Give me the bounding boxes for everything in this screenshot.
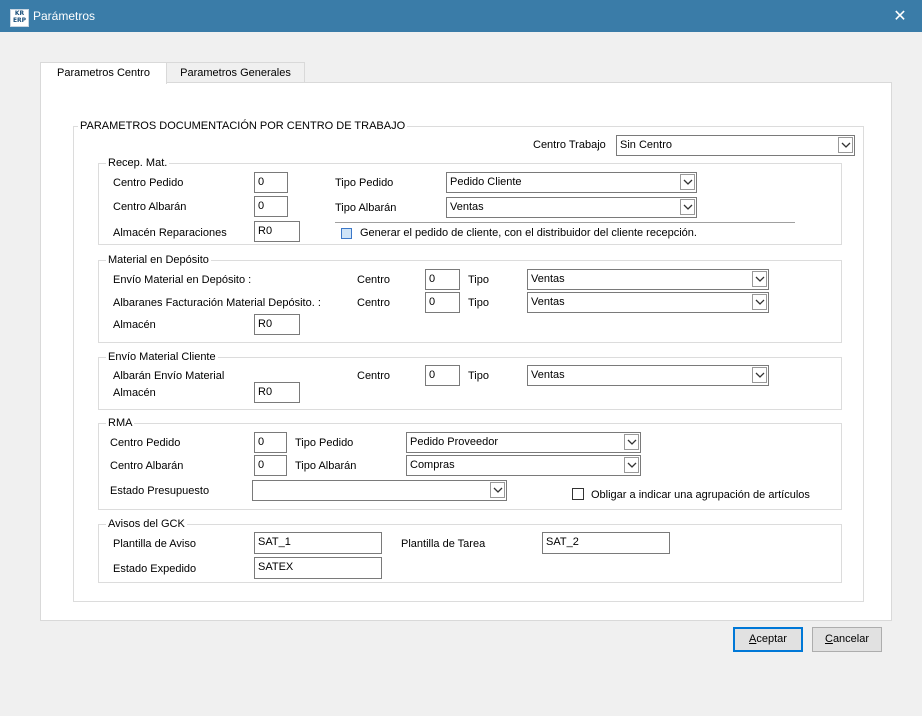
envio-centro-input[interactable]: 0 <box>425 269 460 290</box>
plantilla-tarea-label: Plantilla de Tarea <box>401 538 486 550</box>
albaranes-centro-input[interactable]: 0 <box>425 292 460 313</box>
rma-centro-pedido-input[interactable]: 0 <box>254 432 287 453</box>
deposito-almacen-input[interactable]: R0 <box>254 314 300 335</box>
generar-pedido-label: Generar el pedido de cliente, con el dis… <box>360 227 697 239</box>
avisos-group <box>98 524 842 583</box>
recep-tipo-pedido-label: Tipo Pedido <box>335 177 394 189</box>
tab-parametros-generales[interactable]: Parametros Generales <box>166 62 305 83</box>
chevron-down-icon[interactable] <box>752 367 767 383</box>
recep-centro-albaran-input[interactable]: 0 <box>254 196 288 217</box>
app-icon: KR ERP <box>10 9 29 27</box>
window-title: Parámetros <box>33 9 96 23</box>
envio-cliente-tipo-select[interactable]: Ventas <box>527 365 769 386</box>
rma-centro-albaran-input[interactable]: 0 <box>254 455 287 476</box>
cancelar-button[interactable]: Cancelar <box>812 627 882 652</box>
envio-cliente-tipo-label: Tipo <box>468 370 489 382</box>
recep-centro-pedido-input[interactable]: 0 <box>254 172 288 193</box>
rma-tipo-pedido-select[interactable]: Pedido Proveedor <box>406 432 641 453</box>
generar-pedido-checkbox[interactable] <box>341 228 352 239</box>
rma-estado-label: Estado Presupuesto <box>110 485 210 497</box>
chevron-down-icon[interactable] <box>752 294 767 310</box>
obligar-agrupacion-label: Obligar a indicar una agrupación de artí… <box>591 489 810 501</box>
rma-centro-albaran-label: Centro Albarán <box>110 460 184 472</box>
estado-expedido-label: Estado Expedido <box>113 563 197 575</box>
chevron-down-icon[interactable] <box>624 457 639 473</box>
chevron-down-icon[interactable] <box>490 482 505 498</box>
envio-deposito-label: Envío Material en Depósito : <box>113 274 252 286</box>
envio-centro-label: Centro <box>357 274 391 286</box>
obligar-agrupacion-checkbox[interactable] <box>572 488 584 500</box>
chevron-down-icon[interactable] <box>838 137 853 153</box>
rma-centro-pedido-label: Centro Pedido <box>110 437 181 449</box>
plantilla-aviso-input[interactable]: SAT_1 <box>254 532 382 554</box>
recep-mat-legend: Recep. Mat. <box>106 157 170 169</box>
rma-legend: RMA <box>106 417 135 429</box>
rma-estado-select[interactable] <box>252 480 507 501</box>
albaranes-centro-label: Centro <box>357 297 391 309</box>
recep-centro-albaran-label: Centro Albarán <box>113 201 187 213</box>
material-deposito-legend: Material en Depósito <box>106 254 211 266</box>
rma-tipo-albaran-label: Tipo Albarán <box>295 460 357 472</box>
envio-tipo-select[interactable]: Ventas <box>527 269 769 290</box>
envio-cliente-almacen-label: Almacén <box>113 387 156 399</box>
plantilla-aviso-label: Plantilla de Aviso <box>113 538 196 550</box>
recep-almacen-label: Almacén Reparaciones <box>113 227 227 239</box>
envio-cliente-centro-label: Centro <box>357 370 391 382</box>
envio-cliente-legend: Envío Material Cliente <box>106 351 218 363</box>
main-group-legend: PARAMETROS DOCUMENTACIÓN POR CENTRO DE T… <box>78 120 408 132</box>
plantilla-tarea-input[interactable]: SAT_2 <box>542 532 670 554</box>
avisos-legend: Avisos del GCK <box>106 518 187 530</box>
envio-cliente-almacen-input[interactable]: R0 <box>254 382 300 403</box>
close-icon[interactable]: ✕ <box>886 4 914 28</box>
envio-tipo-label: Tipo <box>468 274 489 286</box>
recep-centro-pedido-label: Centro Pedido <box>113 177 184 189</box>
chevron-down-icon[interactable] <box>624 434 639 450</box>
recep-tipo-pedido-select[interactable]: Pedido Cliente <box>446 172 697 193</box>
rma-tipo-albaran-select[interactable]: Compras <box>406 455 641 476</box>
separator-line <box>335 222 795 223</box>
chevron-down-icon[interactable] <box>680 174 695 190</box>
deposito-almacen-label: Almacén <box>113 319 156 331</box>
albaranes-tipo-select[interactable]: Ventas <box>527 292 769 313</box>
title-bar <box>0 0 922 32</box>
recep-tipo-albaran-select[interactable]: Ventas <box>446 197 697 218</box>
centro-trabajo-select[interactable]: Sin Centro <box>616 135 855 156</box>
estado-expedido-input[interactable]: SATEX <box>254 557 382 579</box>
albaranes-deposito-label: Albaranes Facturación Material Depósito.… <box>113 297 321 309</box>
envio-cliente-centro-input[interactable]: 0 <box>425 365 460 386</box>
centro-trabajo-label: Centro Trabajo <box>533 139 606 151</box>
chevron-down-icon[interactable] <box>680 199 695 215</box>
tab-parametros-centro[interactable]: Parametros Centro <box>40 62 167 84</box>
albaran-envio-label: Albarán Envío Material <box>113 370 225 382</box>
chevron-down-icon[interactable] <box>752 271 767 287</box>
recep-tipo-albaran-label: Tipo Albarán <box>335 202 397 214</box>
aceptar-button[interactable]: Aceptar <box>733 627 803 652</box>
rma-tipo-pedido-label: Tipo Pedido <box>295 437 354 449</box>
albaranes-tipo-label: Tipo <box>468 297 489 309</box>
recep-almacen-input[interactable]: R0 <box>254 221 300 242</box>
